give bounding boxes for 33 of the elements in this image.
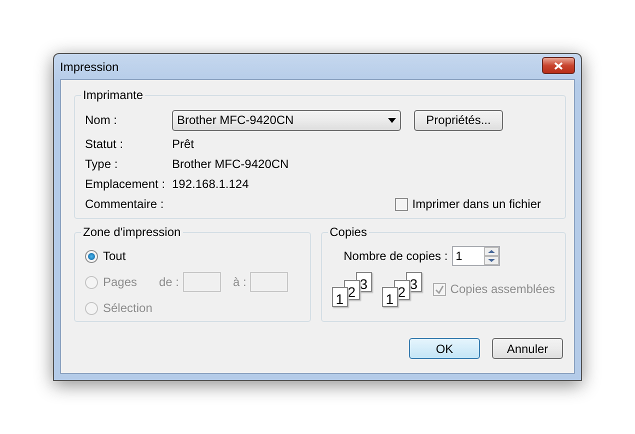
window-title: Impression (60, 60, 119, 74)
close-button[interactable] (542, 57, 575, 74)
group-title: Imprimante (82, 88, 144, 102)
radio-label: Pages (103, 275, 138, 289)
radio-label: Tout (103, 249, 126, 263)
field-label: Nom : (85, 113, 118, 127)
page-sheet: 1 (332, 287, 348, 307)
dropdown-arrow-icon (388, 118, 396, 122)
copies-spinner[interactable]: 1 (452, 246, 500, 266)
field-label: Type : (85, 157, 119, 171)
field-value: Prêt (172, 137, 194, 151)
field-value: 192.168.1.124 (172, 177, 249, 191)
group-title: Copies (328, 225, 368, 239)
field-label: de : (159, 275, 180, 289)
page-sheet: 1 (382, 287, 398, 307)
checkbox-label: Imprimer dans un fichier (412, 197, 541, 211)
close-icon (554, 62, 563, 70)
field-label: Commentaire : (85, 197, 165, 211)
spin-arrows-icon (484, 247, 499, 265)
dialog-button[interactable]: OK (409, 338, 480, 359)
field-label: Nombre de copies : (344, 249, 449, 263)
group-title: Zone d'impression (82, 225, 182, 239)
field-label: à : (233, 275, 246, 289)
field-label: Emplacement : (85, 177, 166, 191)
radio-label: Sélection (103, 301, 152, 315)
printer-dropdown[interactable]: Brother MFC-9420CN (172, 110, 401, 130)
checkbox-label: Copies assemblées (450, 282, 555, 296)
properties-button[interactable]: Propriétés... (414, 110, 503, 130)
radio-button[interactable] (85, 250, 98, 262)
field-label: Statut : (85, 137, 124, 151)
dialog-button[interactable]: Annuler (492, 338, 563, 359)
field-value: Brother MFC-9420CN (172, 157, 289, 171)
checkbox[interactable] (395, 198, 408, 210)
